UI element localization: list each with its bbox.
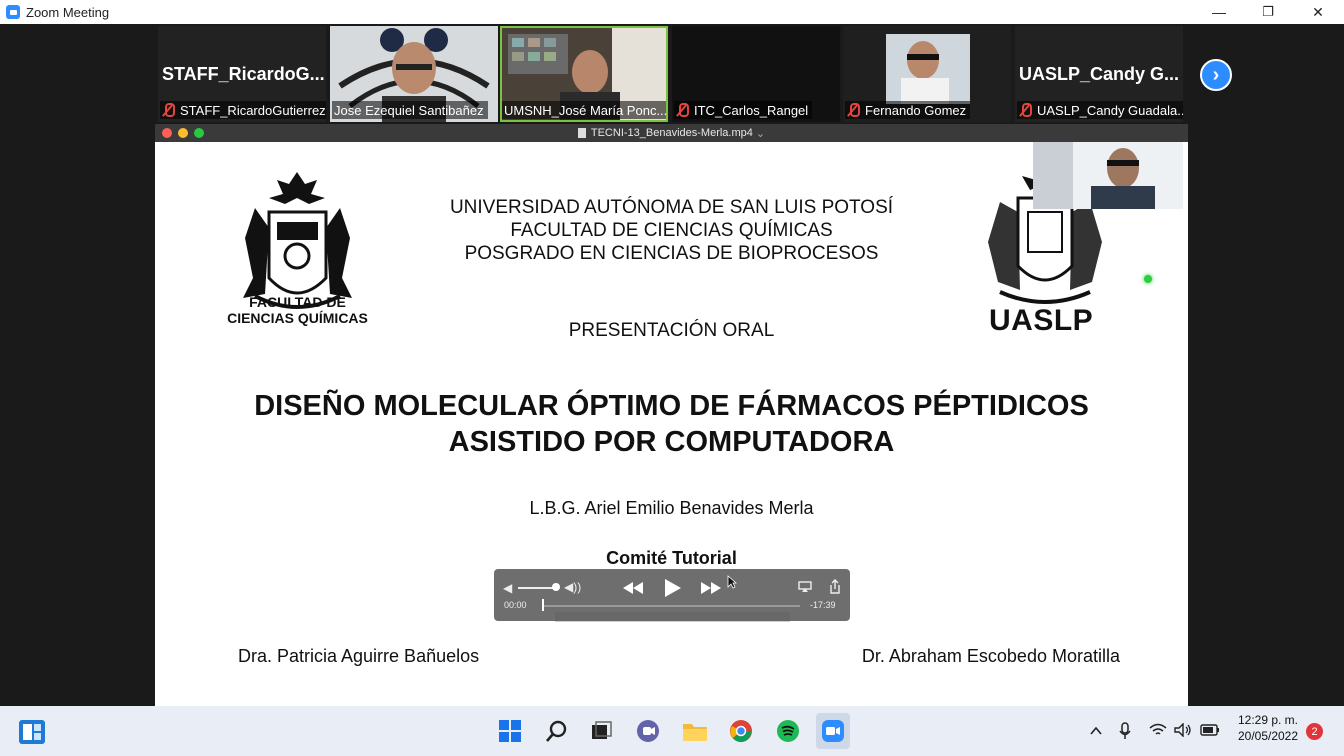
chrome-icon[interactable] [724,713,758,749]
participant-big-name: STAFF_RicardoG... [162,64,325,84]
shared-window-titlebar: TECNI-13_Benavides-Merla.mp4 ⌄ [155,124,1188,142]
participant-label: ITC_Carlos_Rangel [674,101,813,119]
next-participants-button[interactable]: › [1200,59,1232,91]
play-icon[interactable] [664,578,682,598]
minimize-button[interactable]: — [1196,0,1242,24]
participant-video [1033,142,1183,209]
participant-name: Fernando Gomez [865,102,967,118]
participant-tile[interactable]: Jose Ezequiel Santibañez [330,26,498,122]
participant-tile-active-speaker[interactable]: UMSNH_José María Ponc... [500,26,668,122]
clock-time: 12:29 p. m. [1237,713,1299,727]
volume-high-icon[interactable]: ◀)) [564,580,581,594]
taskbar-clock[interactable]: 12:29 p. m. 20/05/2022 [1228,712,1308,744]
file-explorer-icon[interactable] [678,713,712,749]
zoom-taskbar-icon[interactable] [816,713,850,749]
participant-big-name: UASLP_Candy G... [1019,64,1180,84]
floating-self-view-video[interactable] [1033,142,1183,209]
windows-taskbar [0,706,1344,756]
mic-muted-icon [847,103,860,117]
video-player-controls: ◀ ◀)) 00:00 -17:39 [494,569,850,621]
participant-label: Fernando Gomez [845,101,971,119]
participant-label: UASLP_Candy Guadala... [1017,101,1183,119]
volume-slider-knob[interactable] [552,583,560,591]
participant-name: UASLP_Candy Guadala... [1037,102,1183,118]
document-icon [577,128,586,138]
participant-strip: STAFF_RicardoG... STAFF_RicardoGutierrez… [0,24,1344,124]
participant-tile[interactable]: ITC_Carlos_Rangel [672,26,840,122]
volume-slider[interactable] [518,587,554,589]
advisor-right: Dr. Abraham Escobedo Moratilla [861,646,1120,666]
participant-name: UMSNH_José María Ponc... [504,102,668,118]
battery-icon[interactable] [1200,724,1220,736]
speaker-icon[interactable] [1174,723,1192,737]
elapsed-time: 00:00 [504,600,527,610]
playback-progress-bar[interactable] [542,605,800,607]
rewind-icon[interactable] [622,581,644,595]
maximize-button[interactable]: ❐ [1245,0,1291,24]
clock-date: 20/05/2022 [1237,729,1299,743]
participant-tile[interactable]: Fernando Gomez [843,26,1011,122]
shared-slide: FACULTAD DE CIENCIAS QUÍMICAS UNIVERSIDA… [155,142,1188,706]
participant-name: ITC_Carlos_Rangel [694,102,809,118]
mic-muted-icon [1019,103,1032,117]
zoom-dot-icon[interactable] [194,128,204,138]
remaining-time: -17:39 [810,600,836,610]
microphone-icon[interactable] [1119,722,1131,740]
mic-muted-icon [162,103,175,117]
spotify-icon[interactable] [771,713,805,749]
mic-muted-icon [676,103,689,117]
participant-tile[interactable]: UASLP_Candy G... UASLP_Candy Guadala... [1015,26,1183,122]
participant-name: Jose Ezequiel Santibañez [334,102,484,118]
task-view-icon[interactable] [584,713,618,749]
window-titlebar: Zoom Meeting — ❐ ✕ [0,0,1344,24]
close-dot-icon[interactable] [162,128,172,138]
playback-progress-knob[interactable] [542,599,544,611]
slide-title: DISEÑO MOLECULAR ÓPTIMO DE FÁRMACOS PÉPT… [254,390,1089,458]
chevron-down-icon[interactable]: ⌄ [756,127,765,140]
widgets-icon[interactable] [18,719,46,745]
advisor-left: Dra. Patricia Aguirre Bañuelos [238,646,480,666]
window-title: Zoom Meeting [26,4,110,20]
volume-low-icon[interactable]: ◀ [503,581,512,595]
slide-author: L.B.G. Ariel Emilio Benavides Merla [529,498,814,518]
participant-label: UMSNH_José María Ponc... [502,101,668,119]
participant-label: Jose Ezequiel Santibañez [332,101,488,119]
zoom-app-icon [6,5,20,19]
notification-badge[interactable]: 2 [1306,723,1323,740]
share-icon[interactable] [829,579,841,594]
teams-chat-icon[interactable] [631,713,665,749]
airplay-icon[interactable] [798,581,812,593]
search-icon[interactable] [540,713,574,749]
participant-name: STAFF_RicardoGutierrez [180,102,326,118]
status-indicator-dot [1144,275,1152,283]
minimize-dot-icon[interactable] [178,128,188,138]
wifi-icon[interactable] [1149,723,1167,737]
participant-label: STAFF_RicardoGutierrez [160,101,326,119]
shared-file-name: TECNI-13_Benavides-Merla.mp4 [590,127,753,139]
committee-heading: Comité Tutorial [606,548,737,568]
shared-file-title: TECNI-13_Benavides-Merla.mp4 ⌄ [577,127,765,140]
close-button[interactable]: ✕ [1295,0,1341,24]
chevron-up-icon[interactable] [1090,725,1102,737]
fast-forward-icon[interactable] [700,581,722,595]
mouse-cursor-icon [727,575,737,589]
participant-tile[interactable]: STAFF_RicardoG... STAFF_RicardoGutierrez [158,26,326,122]
start-windows-icon[interactable] [493,713,527,749]
presentation-type: PRESENTACIÓN ORAL [568,320,775,341]
